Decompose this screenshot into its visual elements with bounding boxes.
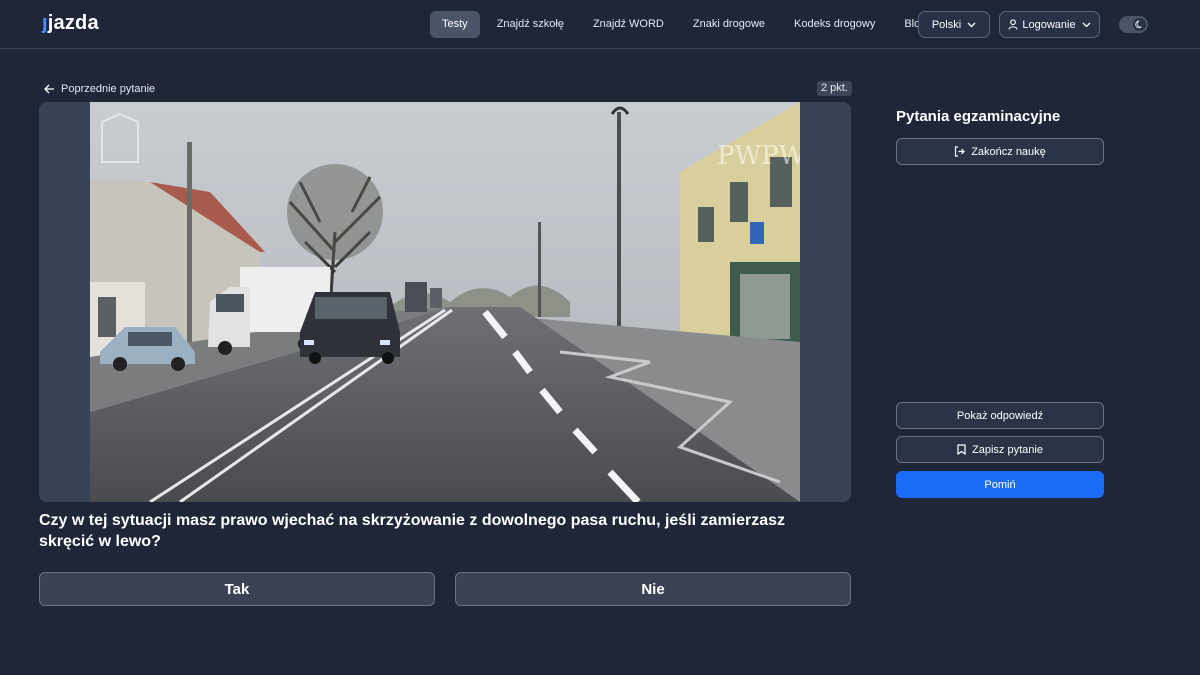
end-learning-button[interactable]: Zakończ naukę xyxy=(896,138,1104,165)
bookmark-icon xyxy=(957,444,966,455)
language-label: Polski xyxy=(931,18,962,31)
question-media: PWPW xyxy=(39,102,851,502)
language-select[interactable]: Polski xyxy=(918,11,990,38)
save-question-button[interactable]: Zapisz pytanie xyxy=(896,436,1104,463)
save-question-label: Zapisz pytanie xyxy=(972,443,1043,456)
nav-road-signs[interactable]: Znaki drogowe xyxy=(681,11,777,38)
logo[interactable]: ȷjazda xyxy=(42,12,99,35)
end-learning-label: Zakończ naukę xyxy=(971,145,1046,158)
theme-toggle[interactable] xyxy=(1119,16,1148,33)
main-nav: Testy Znajdź szkołę Znajdź WORD Znaki dr… xyxy=(430,11,943,38)
toggle-knob xyxy=(1133,18,1146,31)
top-bar: ȷjazda Testy Znajdź szkołę Znajdź WORD Z… xyxy=(0,0,1200,49)
nav-traffic-code[interactable]: Kodeks drogowy xyxy=(782,11,887,38)
show-answer-button[interactable]: Pokaż odpowiedź xyxy=(896,402,1104,429)
points-badge: 2 pkt. xyxy=(817,81,852,96)
nav-tests[interactable]: Testy xyxy=(430,11,480,38)
road-scene-image: PWPW xyxy=(90,102,800,502)
question-text: Czy w tej sytuacji masz prawo wjechać na… xyxy=(39,512,786,550)
user-icon xyxy=(1008,19,1018,30)
skip-button[interactable]: Pomiń xyxy=(896,471,1104,498)
nav-find-school[interactable]: Znajdź szkołę xyxy=(485,11,576,38)
nav-find-word[interactable]: Znajdź WORD xyxy=(581,11,676,38)
previous-question-label: Poprzednie pytanie xyxy=(61,83,156,95)
arrow-left-icon xyxy=(44,84,54,94)
chevron-down-icon xyxy=(1082,22,1091,27)
previous-question-link[interactable]: Poprzednie pytanie xyxy=(44,81,155,97)
logout-icon xyxy=(955,146,966,157)
answer-yes-button[interactable]: Tak xyxy=(39,572,435,606)
answer-no-button[interactable]: Nie xyxy=(455,572,851,606)
watermark-text: PWPW xyxy=(717,141,800,171)
moon-icon xyxy=(1135,20,1142,29)
chevron-down-icon xyxy=(967,22,976,27)
login-label: Logowanie xyxy=(1022,18,1076,31)
logo-text: jazda xyxy=(47,12,99,34)
sidebar-title: Pytania egzaminacyjne xyxy=(896,108,1061,125)
login-button[interactable]: Logowanie xyxy=(999,11,1100,38)
